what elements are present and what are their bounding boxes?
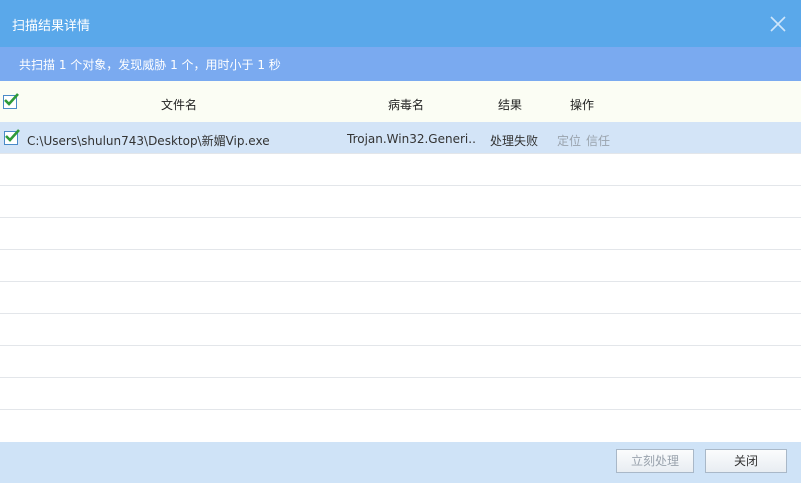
locate-link[interactable]: 定位	[557, 132, 581, 149]
scan-summary-bar: 共扫描 1 个对象，发现威胁 1 个，用时小于 1 秒	[0, 47, 801, 81]
empty-row	[0, 282, 801, 314]
result-list: C:\Users\shulun743\Desktop\新媚Vip.exe Tro…	[0, 122, 801, 442]
empty-row	[0, 186, 801, 218]
empty-row	[0, 250, 801, 282]
title-bar: 扫描结果详情	[0, 0, 801, 47]
table-row[interactable]: C:\Users\shulun743\Desktop\新媚Vip.exe Tro…	[0, 122, 801, 154]
close-icon[interactable]	[769, 15, 787, 33]
header-virus-name: 病毒名	[388, 98, 425, 112]
dialog-title: 扫描结果详情	[12, 19, 91, 34]
row-checkbox[interactable]	[4, 129, 20, 145]
header-action: 操作	[570, 98, 595, 112]
table-header: 文件名 病毒名 结果 操作	[0, 81, 801, 123]
select-all-checkbox[interactable]	[3, 93, 19, 109]
empty-row	[0, 346, 801, 378]
checkmark-icon	[5, 129, 20, 142]
file-path: C:\Users\shulun743\Desktop\新媚Vip.exe	[27, 134, 270, 148]
empty-row	[0, 154, 801, 186]
empty-row	[0, 378, 801, 410]
process-now-button[interactable]: 立刻处理	[616, 449, 694, 473]
empty-row	[0, 218, 801, 250]
trust-link[interactable]: 信任	[586, 132, 610, 149]
header-result: 结果	[498, 98, 523, 112]
checkmark-icon	[4, 93, 19, 106]
scan-result-dialog: 扫描结果详情 共扫描 1 个对象，发现威胁 1 个，用时小于 1 秒 文件名 病…	[0, 0, 801, 483]
virus-name: Trojan.Win32.Generi...	[347, 132, 477, 146]
footer-bar: 立刻处理 关闭	[0, 442, 801, 483]
empty-row	[0, 410, 801, 442]
scan-summary-text: 共扫描 1 个对象，发现威胁 1 个，用时小于 1 秒	[19, 58, 281, 72]
result-status: 处理失败	[490, 134, 539, 148]
close-button[interactable]: 关闭	[705, 449, 787, 473]
header-filename: 文件名	[161, 98, 198, 112]
empty-row	[0, 314, 801, 346]
